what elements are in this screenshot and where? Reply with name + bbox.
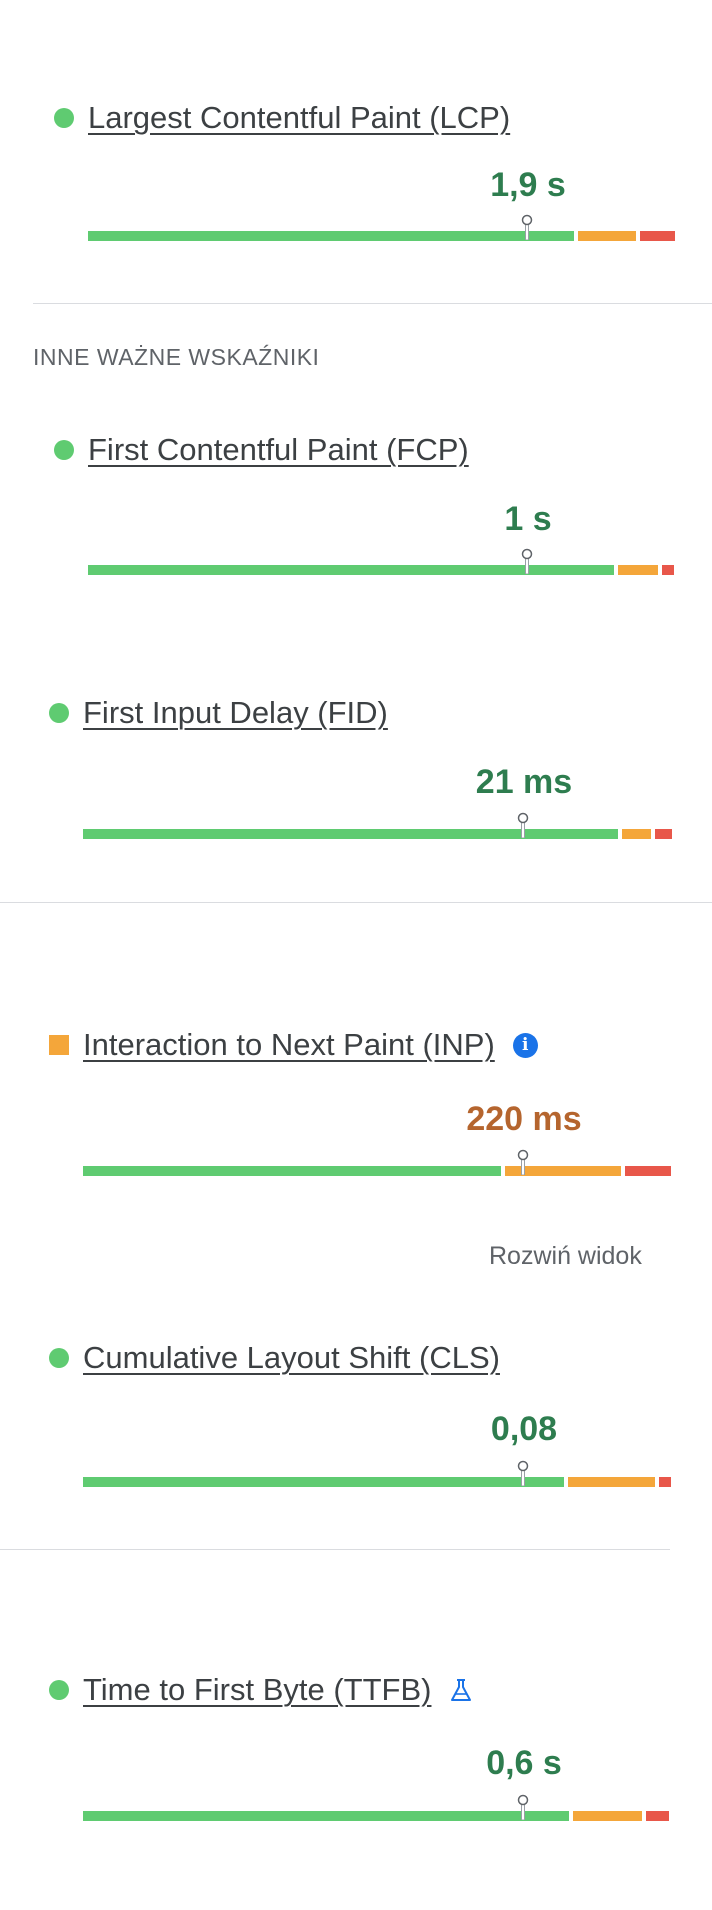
fid-value: 21 ms (475, 763, 573, 801)
poor-segment (646, 1811, 669, 1821)
lcp-distribution-bar (88, 231, 675, 241)
needs-improvement-segment (618, 565, 658, 575)
lcp-link[interactable]: Largest Contentful Paint (LCP) (88, 100, 510, 136)
p75-marker-icon (517, 1149, 529, 1175)
cls-value: 0,08 (490, 1410, 558, 1448)
inp-value: 220 ms (466, 1100, 582, 1138)
needs-improvement-segment (622, 829, 651, 839)
metric-title-row: Interaction to Next Paint (INP) i (49, 1027, 538, 1063)
p75-marker-icon (517, 812, 529, 838)
metric-title-row: Largest Contentful Paint (LCP) (54, 100, 510, 136)
expand-view-link[interactable]: Rozwiń widok (489, 1242, 642, 1271)
inp-link[interactable]: Interaction to Next Paint (INP) (83, 1027, 495, 1063)
good-status-dot-icon (49, 1680, 69, 1700)
other-metrics-heading: INNE WAŻNE WSKAŹNIKI (33, 344, 320, 370)
fcp-value: 1 s (504, 500, 552, 538)
good-status-dot-icon (49, 703, 69, 723)
needs-improvement-segment (568, 1477, 655, 1487)
poor-segment (655, 829, 672, 839)
needs-improvement-status-square-icon (49, 1035, 69, 1055)
info-icon[interactable]: i (512, 1032, 538, 1058)
p75-marker-icon (521, 214, 533, 240)
poor-segment (640, 231, 675, 241)
good-status-dot-icon (54, 108, 74, 128)
needs-improvement-segment (573, 1811, 642, 1821)
fid-link[interactable]: First Input Delay (FID) (83, 695, 388, 731)
cls-link[interactable]: Cumulative Layout Shift (CLS) (83, 1340, 500, 1376)
ttfb-link[interactable]: Time to First Byte (TTFB) (83, 1672, 431, 1708)
p75-marker-icon (521, 548, 533, 574)
p75-marker-icon (517, 1794, 529, 1820)
divider (0, 1549, 670, 1550)
good-segment (88, 565, 614, 575)
fcp-distribution-bar (88, 565, 674, 575)
good-segment (83, 829, 618, 839)
flask-icon (451, 1679, 472, 1701)
metric-title-row: First Contentful Paint (FCP) (54, 432, 469, 468)
good-status-dot-icon (49, 1348, 69, 1368)
poor-segment (662, 565, 674, 575)
ttfb-value: 0,6 s (486, 1744, 562, 1782)
metric-title-row: Cumulative Layout Shift (CLS) (49, 1340, 500, 1376)
cls-distribution-bar (83, 1477, 671, 1487)
divider (0, 902, 712, 903)
good-segment (83, 1477, 564, 1487)
metric-title-row: First Input Delay (FID) (49, 695, 388, 731)
good-segment (83, 1811, 569, 1821)
lcp-value: 1,9 s (490, 166, 566, 204)
metric-title-row: Time to First Byte (TTFB) (49, 1672, 473, 1708)
poor-segment (625, 1166, 671, 1176)
needs-improvement-segment (578, 231, 636, 241)
good-segment (83, 1166, 501, 1176)
p75-marker-icon (517, 1460, 529, 1486)
fid-distribution-bar (83, 829, 672, 839)
poor-segment (659, 1477, 671, 1487)
good-status-dot-icon (54, 440, 74, 460)
fcp-link[interactable]: First Contentful Paint (FCP) (88, 432, 469, 468)
good-segment (88, 231, 574, 241)
divider (33, 303, 712, 304)
inp-distribution-bar (83, 1166, 672, 1176)
ttfb-distribution-bar (83, 1811, 670, 1821)
